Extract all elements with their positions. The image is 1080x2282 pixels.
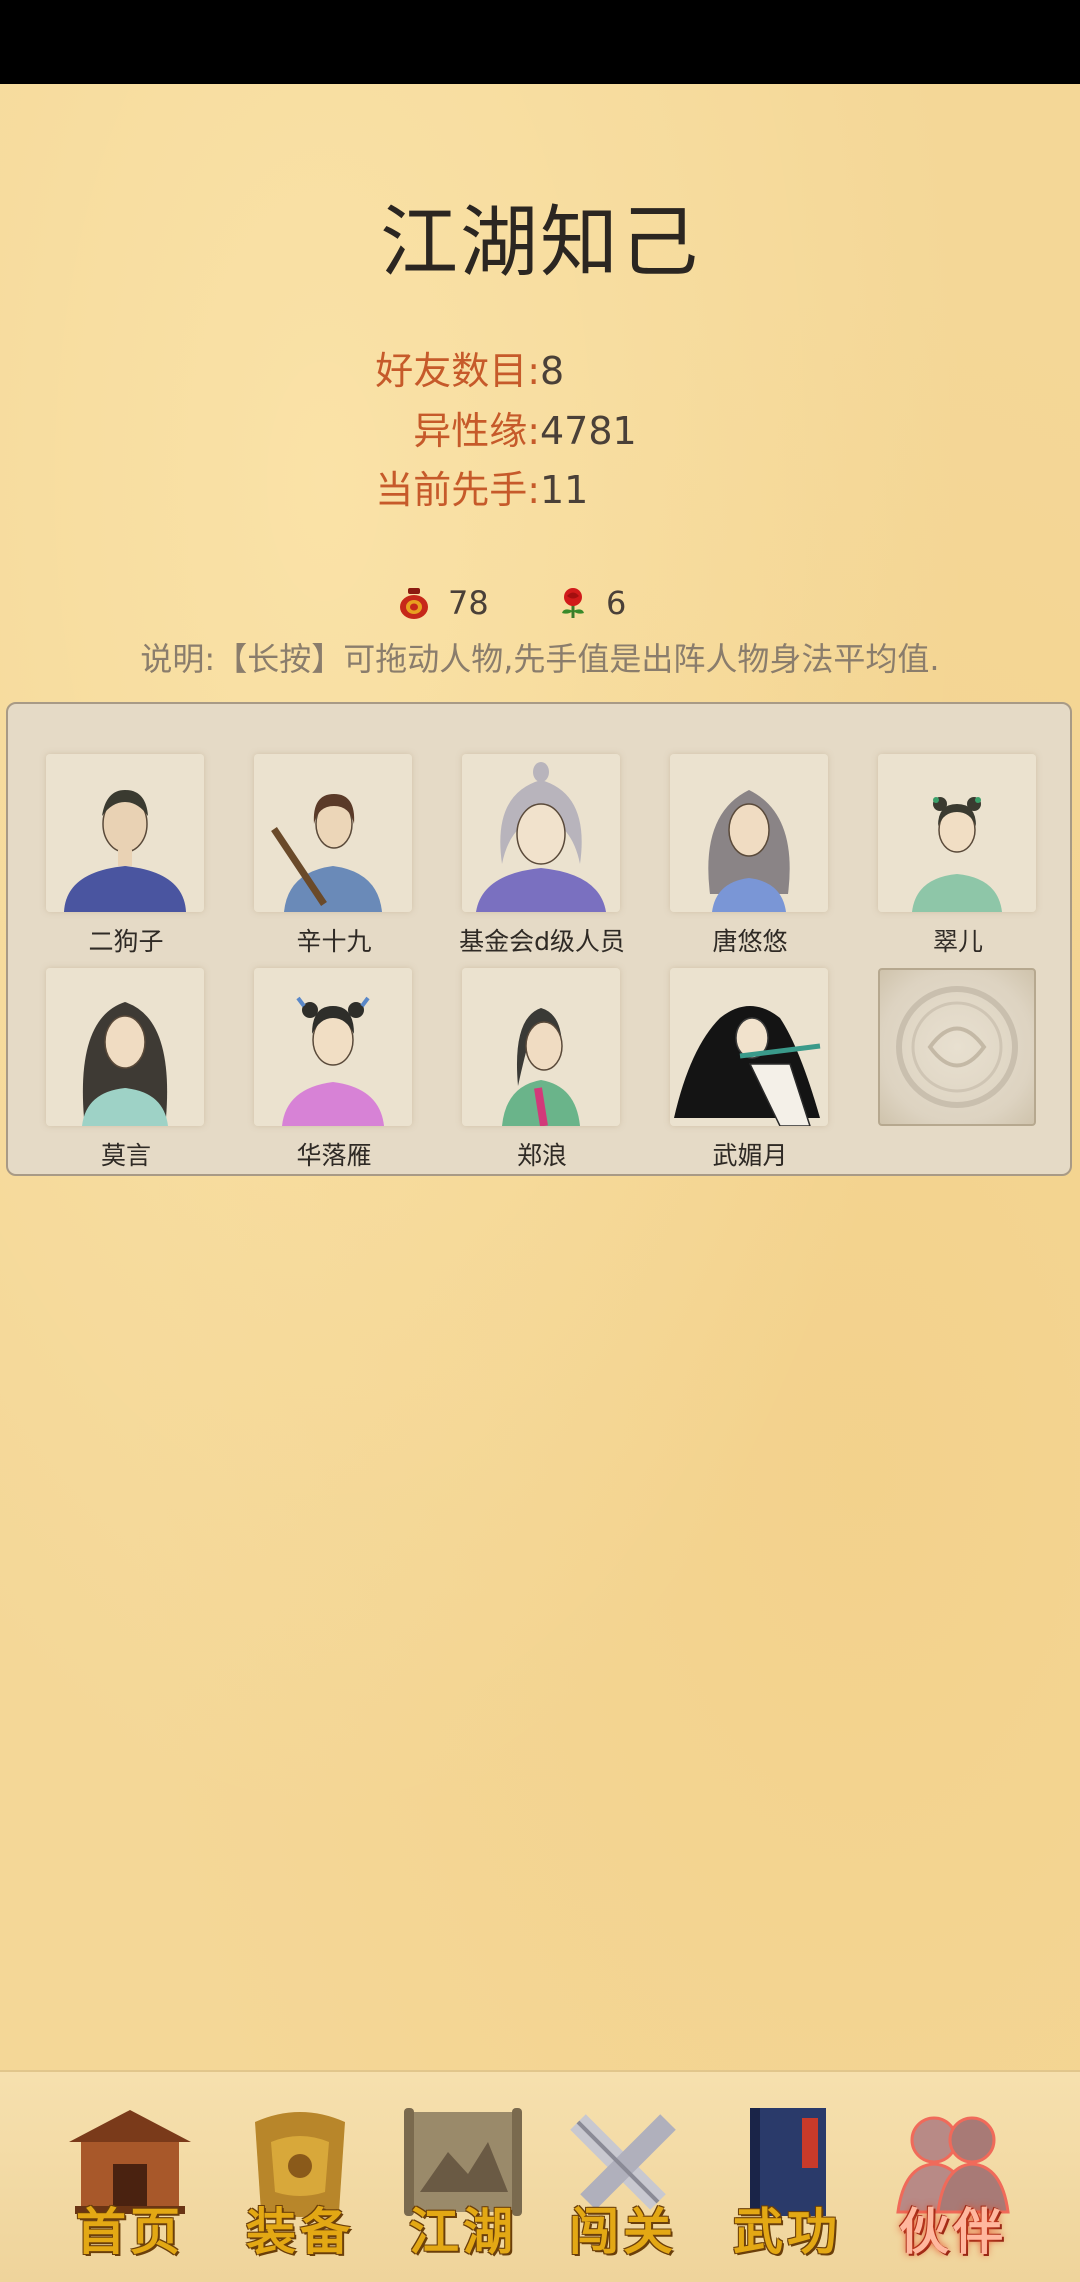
- companion-card[interactable]: 莫言: [46, 968, 206, 1172]
- empty-slot-emblem-icon: [878, 968, 1036, 1126]
- companion-card[interactable]: 二狗子: [46, 754, 206, 958]
- companion-name: 华落雁: [296, 1141, 372, 1170]
- stat-label: 好友数目:: [375, 349, 540, 393]
- companion-card[interactable]: 辛十九: [254, 754, 414, 958]
- portrait-maid-icon: [254, 968, 412, 1126]
- nav-equipment[interactable]: 装备: [225, 2102, 375, 2262]
- instruction-note: 说明:【长按】可拖动人物,先手值是出阵人物身法平均值.: [140, 640, 940, 678]
- stat-charm: 异性缘: 4781: [0, 403, 1080, 459]
- companion-name: 唐悠悠: [712, 927, 788, 956]
- companion-name: 二狗子: [88, 927, 164, 956]
- companion-card[interactable]: 武媚月: [670, 968, 830, 1172]
- stat-label: 异性缘:: [413, 409, 540, 453]
- companion-card[interactable]: 翠儿: [878, 754, 1038, 958]
- portrait-man-icon: [462, 968, 620, 1126]
- nav-label: 伙伴: [899, 2202, 1007, 2261]
- companion-name: 郑浪: [516, 1141, 567, 1170]
- companion-name: 辛十九: [296, 927, 372, 956]
- rose-icon: [562, 588, 584, 618]
- nav-martial-arts[interactable]: 武功: [712, 2102, 862, 2262]
- page-title: 江湖知己: [379, 198, 700, 288]
- portrait-lady-icon: [46, 968, 204, 1126]
- nav-partners[interactable]: 伙伴: [878, 2102, 1028, 2262]
- nav-jianghu[interactable]: 江湖: [388, 2102, 538, 2262]
- nav-label: 武功: [733, 2202, 841, 2261]
- nav-label: 首页: [76, 2202, 184, 2261]
- wine-count: 78: [448, 584, 489, 622]
- nav-challenge[interactable]: 闯关: [548, 2102, 698, 2262]
- rose-count: 6: [606, 584, 627, 622]
- stat-initiative: 当前先手: 11: [0, 462, 1080, 518]
- stat-label: 当前先手:: [375, 468, 540, 512]
- empty-companion-slot[interactable]: [878, 968, 1038, 1126]
- nav-label: 闯关: [569, 2202, 677, 2261]
- companion-name: 翠儿: [932, 927, 983, 956]
- portrait-white-hair-icon: [462, 754, 620, 912]
- companion-card[interactable]: 郑浪: [462, 968, 622, 1172]
- portrait-swordsman-icon: [254, 754, 412, 912]
- resource-wine: 78: [398, 575, 489, 631]
- portrait-maid-icon: [878, 754, 1036, 912]
- nav-label: 装备: [246, 2202, 354, 2261]
- bottom-nav: 首页 装备 江湖 闯关 武功 伙伴: [0, 2070, 1080, 2282]
- companion-name: 莫言: [100, 1141, 151, 1170]
- resource-bar: 78 6: [0, 575, 1080, 631]
- stat-value: 8: [540, 349, 565, 393]
- companion-card[interactable]: 唐悠悠: [670, 754, 830, 958]
- portrait-flute-icon: [670, 968, 828, 1126]
- stat-friend-count: 好友数目: 8: [0, 343, 1080, 399]
- portrait-man-icon: [46, 754, 204, 912]
- wine-jar-icon: [400, 588, 428, 619]
- nav-label: 江湖: [409, 2202, 517, 2261]
- portrait-lady-icon: [670, 754, 828, 912]
- companion-card[interactable]: 华落雁: [254, 968, 414, 1172]
- companion-panel: 二狗子 辛十九 基金会d级人员 唐悠悠 翠儿 莫言 华落雁 郑浪 武媚月: [6, 702, 1072, 1176]
- companion-card[interactable]: 基金会d级人员: [459, 754, 625, 958]
- resource-rose: 6: [558, 575, 626, 631]
- stat-value: 11: [540, 468, 589, 512]
- stat-value: 4781: [540, 409, 637, 453]
- companion-name: 武媚月: [712, 1141, 788, 1170]
- companion-name: 基金会d级人员: [459, 927, 625, 956]
- status-bar: [0, 0, 1080, 84]
- nav-home[interactable]: 首页: [55, 2102, 205, 2262]
